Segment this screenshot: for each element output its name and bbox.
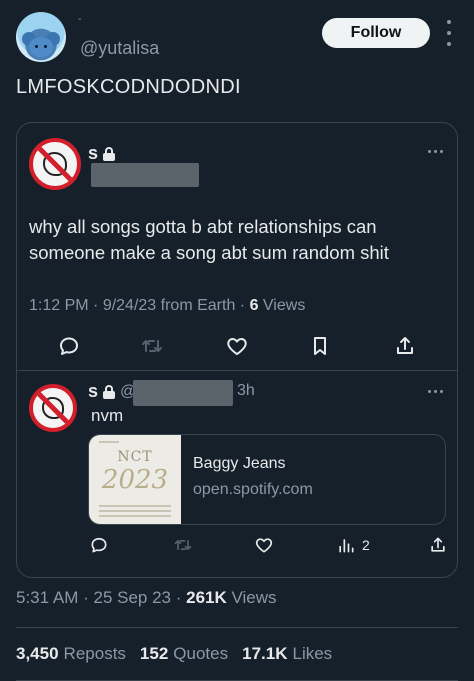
quoted-avatar[interactable]: [29, 138, 81, 190]
reply-text: nvm: [91, 406, 124, 425]
reply-author-name: s: [88, 381, 99, 401]
quoted-tweet-text: why all songs gotta b abt relationships …: [29, 216, 389, 263]
share-icon[interactable]: [425, 532, 451, 558]
follow-button[interactable]: Follow: [322, 18, 430, 48]
analytics-button[interactable]: 2: [336, 532, 370, 558]
analytics-count: 2: [362, 537, 370, 553]
reply-icon[interactable]: [86, 532, 112, 558]
like-icon[interactable]: [222, 332, 252, 360]
repost-icon[interactable]: [137, 332, 167, 360]
bear-face: [29, 37, 53, 57]
quoted-date: 9/24/23: [102, 297, 157, 314]
eye: [44, 45, 47, 48]
avatar[interactable]: [16, 12, 66, 62]
divider: [16, 370, 458, 371]
quoted-author-name: s: [88, 143, 99, 163]
quoted-more-icon[interactable]: [428, 150, 443, 153]
quotes-stat[interactable]: 152 Quotes: [140, 644, 228, 664]
footer-views-count: 261K: [186, 588, 227, 607]
divider: [16, 627, 458, 628]
likes-stat[interactable]: 17.1K Likes: [242, 644, 332, 664]
like-icon[interactable]: [251, 532, 277, 558]
tweet-text: LMFOSKCODNDODNDI: [16, 76, 241, 98]
album-title-text: NCT: [117, 449, 153, 465]
quoted-author[interactable]: s: [88, 143, 116, 164]
analytics-icon: [339, 539, 354, 553]
user-handle[interactable]: @yutalisa: [80, 38, 159, 59]
display-name[interactable]: -: [78, 14, 81, 25]
link-title: Baggy Jeans: [193, 455, 286, 472]
lock-icon: [103, 384, 116, 399]
quoted-views-count: 6: [249, 297, 259, 314]
quoted-source: from Earth: [160, 297, 236, 314]
quoted-time: 1:12 PM: [29, 297, 89, 314]
footer-views-label: Views: [231, 588, 277, 607]
engagement-stats: 3,450 Reposts 152 Quotes 17.1K Likes: [16, 644, 332, 664]
link-domain: open.spotify.com: [193, 481, 313, 498]
repost-icon[interactable]: [170, 532, 196, 558]
reply-author[interactable]: s @: [88, 381, 136, 402]
more-options-icon[interactable]: [444, 20, 454, 46]
share-icon[interactable]: [390, 332, 420, 360]
reply-age[interactable]: 3h: [237, 382, 255, 400]
quoted-views-label: Views: [262, 297, 306, 314]
footer-time: 5:31 AM: [16, 588, 79, 607]
reply-icon[interactable]: [54, 332, 84, 360]
redacted-handle: [91, 163, 199, 187]
reply-avatar[interactable]: [29, 384, 77, 432]
quoted-tweet-meta: 1:12 PM · 9/24/23 from Earth · 6 Views: [29, 297, 306, 314]
eye: [35, 45, 38, 48]
album-art: NCT 2023: [89, 435, 181, 524]
bookmark-icon[interactable]: [305, 332, 335, 360]
link-preview-card[interactable]: NCT 2023 Baggy Jeans open.spotify.com: [88, 434, 446, 525]
redacted-handle: [133, 380, 233, 406]
reposts-stat[interactable]: 3,450 Reposts: [16, 644, 126, 664]
lock-icon: [103, 146, 116, 161]
tweet-timestamp: 5:31 AM · 25 Sep 23 · 261K Views: [16, 588, 277, 607]
album-year-text: 2023: [101, 465, 169, 495]
footer-date: 25 Sep 23: [93, 588, 171, 607]
reply-more-icon[interactable]: [428, 390, 443, 393]
